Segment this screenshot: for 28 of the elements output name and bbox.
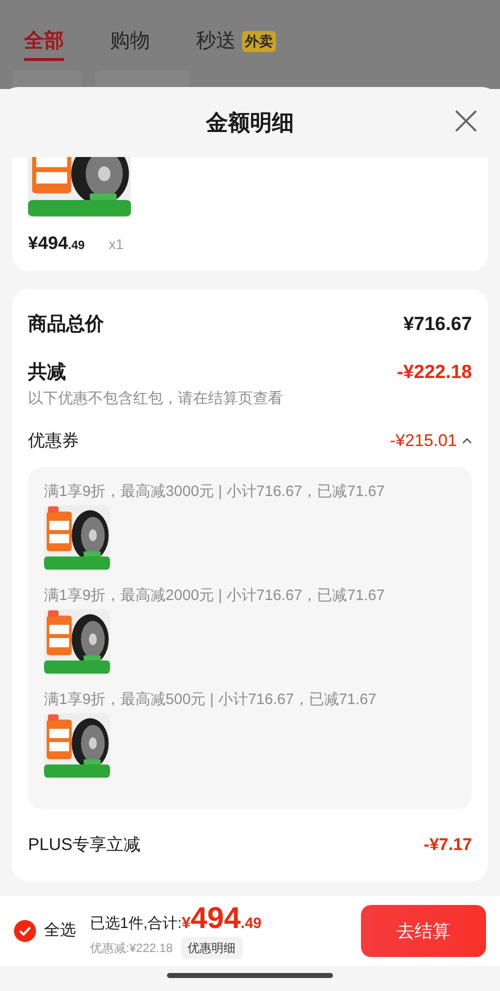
close-button[interactable] (454, 109, 478, 133)
reduction-label: 共减 (28, 360, 66, 385)
selected-total-label: 已选1件,合计: (90, 914, 182, 934)
tab[interactable]: 购物 (110, 26, 150, 61)
select-all-checkbox[interactable]: 全选 (14, 919, 76, 943)
coupon-rule: 满1享9折，最高减2000元 | 小计716.67，已减71.67 (44, 586, 386, 606)
coupon-rule: 满1享9折，最高减500元 | 小计716.67，已减71.67 (44, 690, 378, 710)
tab[interactable]: 秒送 (196, 26, 236, 61)
checkout-button[interactable]: 去结算 (361, 905, 486, 957)
tab[interactable]: 全部 (24, 26, 64, 61)
quantity: x1 (108, 235, 124, 254)
sheet-title: 金额明细 (206, 108, 294, 136)
plus-value: -¥7.17 (424, 834, 472, 856)
reduction-note: 以下优惠不包含红包，请在结算页查看 (28, 389, 284, 409)
close-icon (454, 109, 478, 133)
tab-badge: 外卖 (242, 31, 276, 52)
total-label: 商品总价 (28, 312, 104, 337)
total-amount: ¥494.49 (182, 904, 262, 936)
discount-detail-button[interactable]: 优惠明细 (180, 936, 243, 958)
reduction-value: -¥222.18 (396, 360, 472, 385)
chevron-icon (462, 438, 472, 444)
coupon-rule: 满1享9折，最高减3000元 | 小计716.67，已减71.67 (44, 482, 386, 502)
discount-text: 优惠减:¥222.18 (90, 940, 173, 956)
coupon-toggle[interactable]: -¥215.01 (390, 428, 472, 454)
coupon-label: 优惠券 (28, 430, 79, 452)
plus-label: PLUS专享立减 (28, 834, 140, 856)
product-price: ¥494.49 (28, 232, 85, 255)
total-value: ¥716.67 (403, 312, 472, 337)
